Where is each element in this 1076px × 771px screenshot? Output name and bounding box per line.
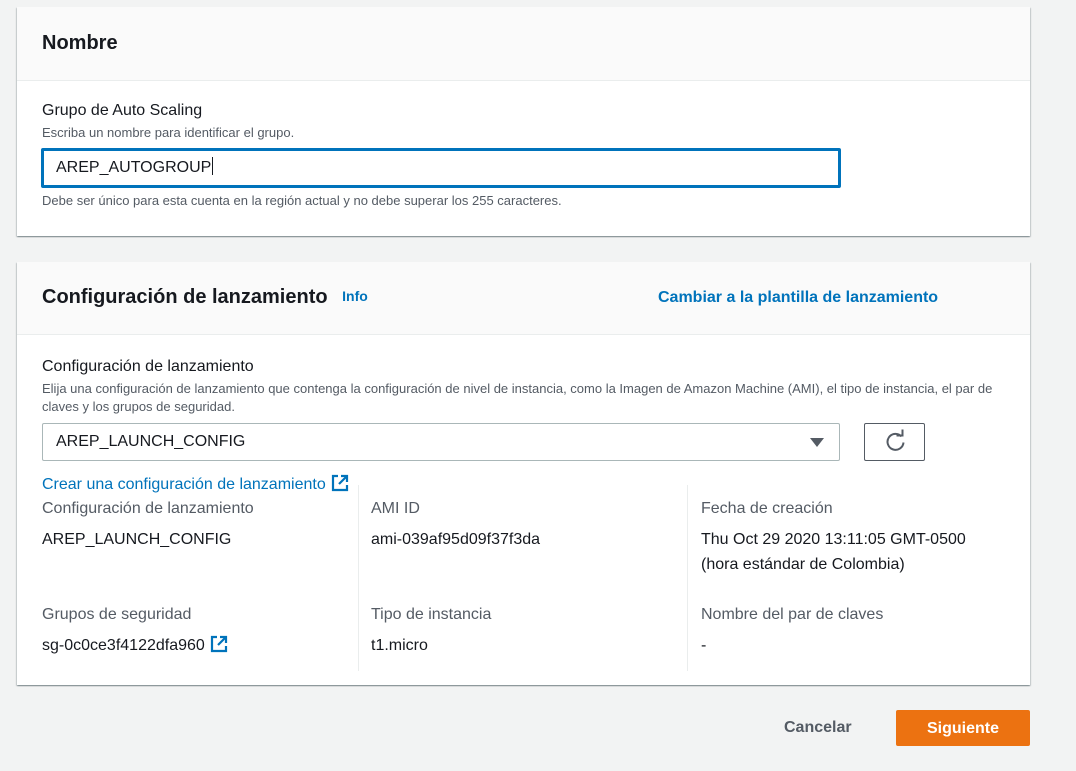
launch-config-detail-value: AREP_LAUNCH_CONFIG [42,531,232,548]
launch-config-field-label: Configuración de lanzamiento [42,358,254,375]
launch-config-panel-title: Configuración de lanzamiento Info [42,286,368,309]
info-link[interactable]: Info [342,288,368,304]
refresh-button[interactable] [864,423,925,461]
external-link-icon [331,474,348,492]
switch-to-launch-template-link[interactable]: Cambiar a la plantilla de lanzamiento [658,289,938,307]
create-launch-config-label: Crear una configuración de lanzamiento [42,476,326,493]
external-link-icon [210,635,227,653]
auto-scaling-group-name-value: AREP_AUTOGROUP [56,159,212,176]
name-panel-header: Nombre [17,7,1030,81]
column-divider-1 [358,485,359,671]
launch-config-field-description: Elija una configuración de lanzamiento q… [42,381,993,414]
refresh-icon [886,429,905,451]
column-divider-2 [687,485,688,671]
security-group-id: sg-0c0ce3f4122dfa960 [42,637,205,654]
launch-config-title-text: Configuración de lanzamiento [42,286,328,308]
chevron-down-icon [810,438,824,447]
auto-scaling-group-constraint: Debe ser único para esta cuenta en la re… [42,193,562,208]
next-button[interactable]: Siguiente [896,710,1030,746]
security-groups-key: Grupos de seguridad [42,606,192,623]
key-pair-value: - [701,637,707,654]
creation-date-key: Fecha de creación [701,500,833,517]
key-pair-key: Nombre del par de claves [701,606,884,623]
instance-type-key: Tipo de instancia [371,606,492,623]
auto-scaling-group-name-input[interactable]: AREP_AUTOGROUP [41,148,841,188]
creation-date-value-line1: Thu Oct 29 2020 13:11:05 GMT-0500 [701,531,966,548]
text-caret [212,157,214,175]
launch-config-select[interactable]: AREP_LAUNCH_CONFIG [42,423,840,461]
launch-config-panel: Configuración de lanzamiento Info Cambia… [17,262,1030,685]
creation-date-value-line2: (hora estándar de Colombia) [701,556,905,573]
launch-config-selected-value: AREP_LAUNCH_CONFIG [56,433,246,450]
ami-id-key: AMI ID [371,500,420,517]
instance-type-value: t1.micro [371,637,428,654]
ami-id-value: ami-039af95d09f37f3da [371,531,541,548]
auto-scaling-group-description: Escriba un nombre para identificar el gr… [42,125,295,140]
security-group-link[interactable]: sg-0c0ce3f4122dfa960 [42,633,228,659]
name-panel-title: Nombre [42,32,118,54]
create-launch-config-link[interactable]: Crear una configuración de lanzamiento [42,474,349,494]
launch-config-panel-header: Configuración de lanzamiento Info Cambia… [17,262,1030,335]
name-panel: Nombre Grupo de Auto Scaling Escriba un … [17,7,1030,236]
launch-config-detail-key: Configuración de lanzamiento [42,500,254,517]
cancel-button[interactable]: Cancelar [784,718,852,738]
auto-scaling-group-label: Grupo de Auto Scaling [42,102,203,119]
